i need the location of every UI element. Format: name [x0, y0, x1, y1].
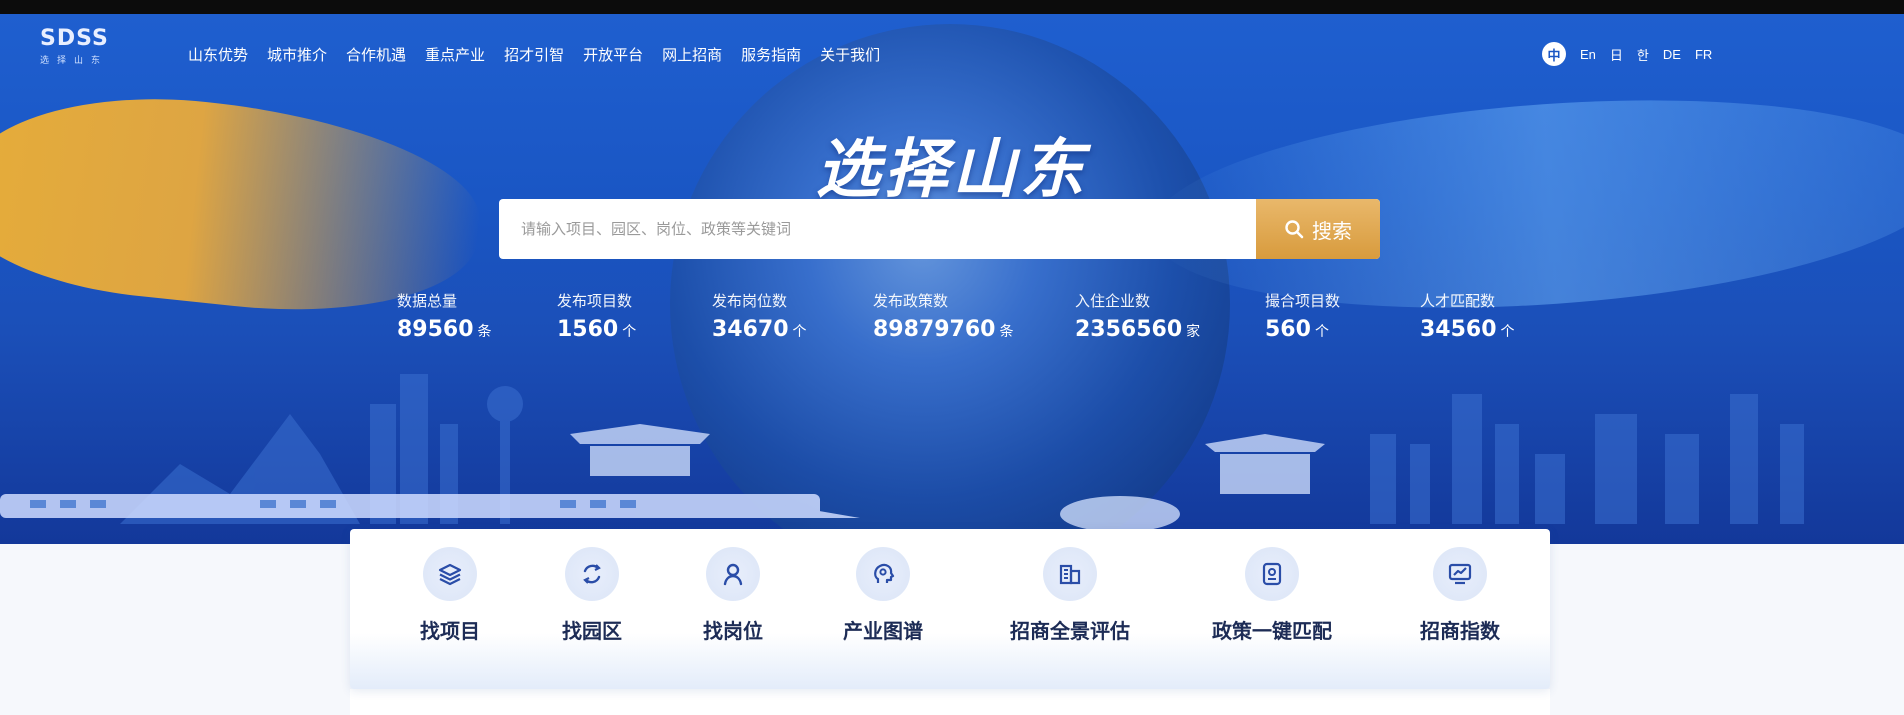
- hero-title: 选择山东: [816, 133, 1088, 207]
- tool-investment-assessment[interactable]: 招商全景评估: [980, 547, 1160, 644]
- tool-label: 招商指数: [1420, 619, 1500, 643]
- search-input[interactable]: [499, 199, 1256, 259]
- top-black-bar: [0, 0, 1904, 14]
- nav-item-service-guide[interactable]: 服务指南: [741, 44, 801, 65]
- lang-fr[interactable]: FR: [1695, 47, 1712, 62]
- search-bar: 搜索: [499, 199, 1380, 259]
- stat-value: 89560: [397, 317, 474, 342]
- tool-policy-match[interactable]: 政策一键匹配: [1182, 547, 1362, 644]
- refresh-cycle-icon: [565, 547, 619, 601]
- stat-unit: 条: [477, 324, 492, 340]
- stat-label: 发布岗位数: [712, 293, 788, 310]
- content-card-lower: [350, 689, 1550, 715]
- stat-unit: 个: [1500, 324, 1515, 340]
- stat-enterprises: 入住企业数 2356560 家: [1075, 290, 1200, 342]
- person-icon: [706, 547, 760, 601]
- site-logo[interactable]: SDSS 选择山东: [40, 26, 158, 78]
- nav-item-advantage[interactable]: 山东优势: [188, 44, 248, 65]
- logo-subtitle: 选择山东: [40, 56, 109, 66]
- tool-investment-index[interactable]: 招商指数: [1380, 547, 1540, 644]
- tool-label: 找项目: [420, 619, 480, 643]
- stat-value: 34670: [712, 317, 789, 342]
- logo-mark: SDSS: [40, 26, 109, 51]
- nav-item-about[interactable]: 关于我们: [820, 44, 880, 65]
- stat-value: 1560: [557, 317, 619, 342]
- stat-positions: 发布岗位数 34670 个: [712, 290, 807, 342]
- lang-ja[interactable]: 日: [1610, 45, 1623, 64]
- tool-find-project[interactable]: 找项目: [380, 547, 520, 644]
- building-icon: [1043, 547, 1097, 601]
- nav-item-talent[interactable]: 招才引智: [504, 44, 564, 65]
- lang-ko[interactable]: 한: [1637, 45, 1649, 64]
- stat-unit: 个: [792, 324, 807, 340]
- nav-item-industry[interactable]: 重点产业: [425, 44, 485, 65]
- stat-label: 入住企业数: [1075, 293, 1151, 310]
- tool-label: 找岗位: [703, 619, 763, 643]
- nav-item-cooperation[interactable]: 合作机遇: [346, 44, 406, 65]
- stat-label: 数据总量: [397, 293, 458, 310]
- tool-label: 找园区: [562, 619, 622, 643]
- head-gear-icon: [856, 547, 910, 601]
- stat-projects: 发布项目数 1560 个: [557, 290, 636, 342]
- search-button-label: 搜索: [1312, 218, 1352, 243]
- layers-icon: [423, 547, 477, 601]
- city-skyline-illustration: [0, 374, 1804, 532]
- tool-label: 产业图谱: [843, 619, 923, 643]
- nav-item-platform[interactable]: 开放平台: [583, 44, 643, 65]
- tool-find-position[interactable]: 找岗位: [663, 547, 803, 644]
- search-button[interactable]: 搜索: [1256, 199, 1380, 259]
- chart-monitor-icon: [1433, 547, 1487, 601]
- lang-de[interactable]: DE: [1663, 47, 1681, 62]
- stat-unit: 个: [622, 324, 637, 340]
- stat-unit: 个: [1314, 324, 1329, 340]
- stat-talent-matches: 人才匹配数 34560 个: [1420, 290, 1515, 342]
- main-nav: 山东优势 城市推介 合作机遇 重点产业 招才引智 开放平台 网上招商 服务指南 …: [188, 44, 899, 65]
- stat-value: 34560: [1420, 317, 1497, 342]
- lang-zh[interactable]: 中: [1542, 42, 1566, 66]
- nav-item-city[interactable]: 城市推介: [267, 44, 327, 65]
- stat-total-data: 数据总量 89560 条: [397, 290, 492, 342]
- stat-value: 560: [1265, 317, 1311, 342]
- stat-unit: 条: [999, 324, 1014, 340]
- tool-industry-map[interactable]: 产业图谱: [813, 547, 953, 644]
- stat-unit: 家: [1186, 324, 1201, 340]
- tool-label: 政策一键匹配: [1212, 619, 1332, 643]
- tool-find-park[interactable]: 找园区: [522, 547, 662, 644]
- language-switcher: 中 En 日 한 DE FR: [1542, 42, 1712, 66]
- quick-tools-card: 找项目 找园区 找岗位 产业图谱 招商全景评估 政策一键匹配 招商指数: [350, 529, 1550, 689]
- stat-policies: 发布政策数 89879760 条: [873, 290, 1013, 342]
- stat-value: 2356560: [1075, 317, 1183, 342]
- stat-value: 89879760: [873, 317, 996, 342]
- id-badge-icon: [1245, 547, 1299, 601]
- hero-banner: [0, 14, 1904, 544]
- stat-label: 发布项目数: [557, 293, 633, 310]
- stat-label: 撮合项目数: [1265, 293, 1341, 310]
- search-icon: [1285, 220, 1304, 239]
- tool-label: 招商全景评估: [1010, 619, 1130, 643]
- stat-matched-projects: 撮合项目数 560 个: [1265, 290, 1340, 342]
- lang-en[interactable]: En: [1580, 47, 1596, 62]
- nav-item-online-investment[interactable]: 网上招商: [662, 44, 722, 65]
- stat-label: 发布政策数: [873, 293, 949, 310]
- stat-label: 人才匹配数: [1420, 293, 1496, 310]
